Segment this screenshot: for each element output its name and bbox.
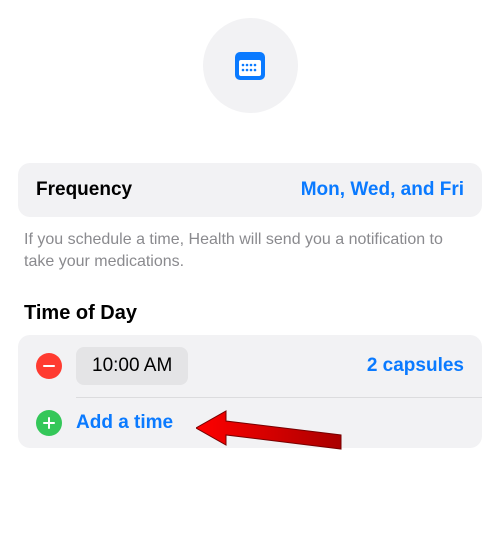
dose-picker[interactable]: 2 capsules bbox=[367, 355, 464, 377]
time-of-day-list: 10:00 AM 2 capsules Add a time bbox=[18, 335, 482, 448]
add-time-label: Add a time bbox=[76, 412, 173, 434]
frequency-value: Mon, Wed, and Fri bbox=[301, 179, 464, 201]
frequency-label: Frequency bbox=[36, 179, 132, 201]
frequency-row[interactable]: Frequency Mon, Wed, and Fri bbox=[18, 163, 482, 217]
remove-time-button[interactable] bbox=[36, 353, 62, 379]
header-icon-circle bbox=[203, 18, 298, 113]
add-time-button[interactable] bbox=[36, 410, 62, 436]
add-time-row[interactable]: Add a time bbox=[18, 398, 482, 448]
schedule-help-text: If you schedule a time, Health will send… bbox=[18, 217, 482, 272]
time-entry-row: 10:00 AM 2 capsules bbox=[18, 335, 482, 397]
time-of-day-title: Time of Day bbox=[18, 272, 482, 335]
minus-icon bbox=[43, 365, 55, 368]
time-picker[interactable]: 10:00 AM bbox=[76, 347, 188, 385]
calendar-icon bbox=[230, 46, 270, 86]
